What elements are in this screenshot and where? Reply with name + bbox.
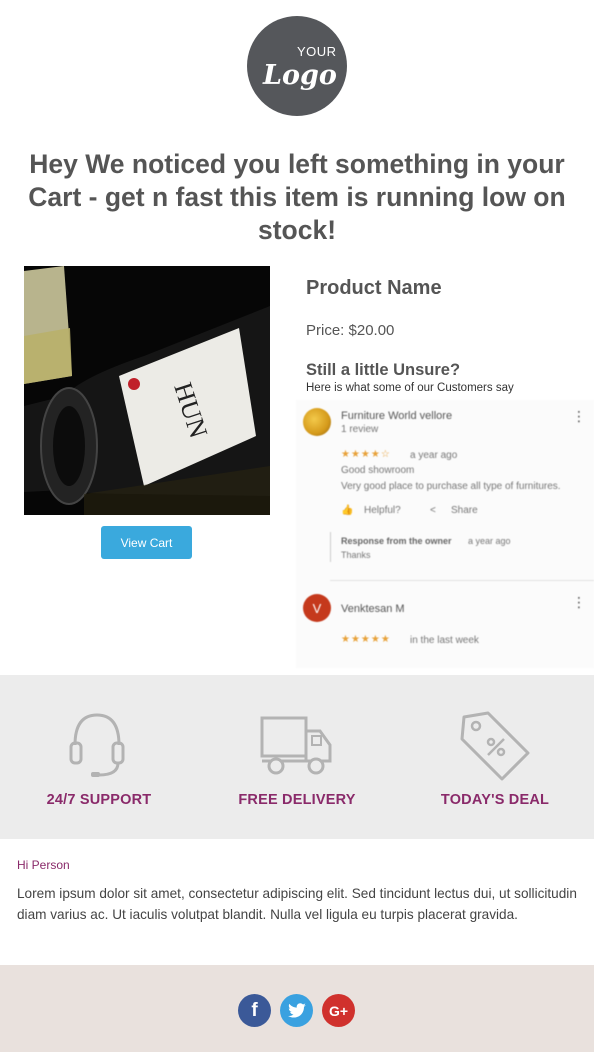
feature-label: FREE DELIVERY [238, 792, 356, 808]
facebook-icon[interactable]: f [238, 994, 271, 1027]
price-tag-icon [460, 711, 530, 781]
response-label: Response from the owner [341, 536, 452, 546]
body-text: Lorem ipsum dolor sit amet, consectetur … [17, 886, 577, 922]
more-icon[interactable]: ⋮ [572, 409, 586, 423]
wine-bottle-illustration: HUN [24, 266, 270, 515]
reviews-panel: Furniture World vellore 1 review ⋮ ★★★★☆… [296, 400, 594, 668]
product-name: Product Name [306, 277, 442, 299]
response-text: Thanks [341, 550, 371, 560]
product-price: Price: $20.00 [306, 322, 395, 339]
review-separator [330, 580, 594, 581]
thumbs-up-icon[interactable]: 👍 [341, 505, 353, 516]
reviews-title: Still a little Unsure? [306, 361, 461, 379]
review-line: Very good place to purchase all type of … [341, 481, 561, 492]
feature-delivery[interactable]: FREE DELIVERY [198, 675, 396, 839]
truck-icon [260, 716, 332, 775]
twitter-bird-glyph [287, 1002, 306, 1018]
logo-container: YOUR Logo [0, 16, 594, 116]
reviewer-avatar [303, 408, 331, 436]
review-time: a year ago [410, 450, 458, 461]
footer: f G+ [0, 965, 594, 1052]
headline: Hey We noticed you left something in you… [28, 149, 566, 245]
review-stars: ★★★★★ [341, 634, 391, 645]
headset-icon [69, 713, 125, 777]
features-bar: 24/7 SUPPORT FREE DELIVERY TODAY'S DEAL [0, 675, 594, 839]
feature-support[interactable]: 24/7 SUPPORT [0, 675, 198, 839]
greeting: Hi Person [17, 858, 70, 872]
feature-label: 24/7 SUPPORT [46, 792, 152, 808]
google-plus-icon[interactable]: G+ [322, 994, 355, 1027]
feature-deal[interactable]: TODAY'S DEAL [396, 675, 594, 839]
view-cart-button[interactable]: View Cart [101, 526, 192, 559]
reviewer-name: Furniture World vellore [341, 410, 453, 422]
logo-top-text: YOUR [297, 44, 337, 59]
share-link[interactable]: Share [451, 505, 478, 516]
helpful-link[interactable]: Helpful? [364, 505, 401, 516]
response-time: a year ago [468, 536, 511, 546]
review-time: in the last week [410, 635, 479, 646]
logo-script-text: Logo [263, 60, 337, 91]
product-image[interactable]: HUN [24, 266, 270, 515]
logo[interactable]: YOUR Logo [247, 16, 347, 116]
more-icon[interactable]: ⋮ [572, 595, 586, 609]
feature-label: TODAY'S DEAL [440, 792, 550, 808]
reviewer-name: Venktesan M [341, 603, 405, 615]
review-line: Good showroom [341, 465, 415, 476]
reviews-subtitle: Here is what some of our Customers say [306, 382, 514, 394]
review-count: 1 review [341, 424, 379, 435]
share-icon[interactable]: < [430, 505, 436, 516]
response-divider [330, 532, 331, 562]
review-stars: ★★★★☆ [341, 449, 391, 460]
reviewer-avatar: V [303, 594, 331, 622]
twitter-icon[interactable] [280, 994, 313, 1027]
